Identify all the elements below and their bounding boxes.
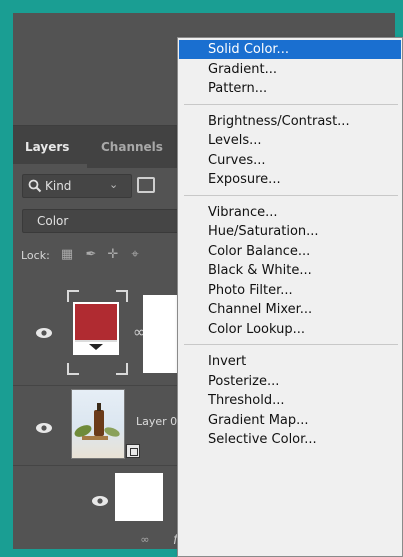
menu-separator	[184, 103, 398, 105]
visibility-eye-icon[interactable]	[35, 422, 53, 434]
layer-name[interactable]: Layer 0	[136, 415, 177, 428]
chevron-down-icon: ⌄	[109, 178, 119, 191]
menu-item-solid-color[interactable]: Solid Color...	[179, 40, 401, 59]
lock-artboard-icon[interactable]: ⌖	[127, 247, 143, 263]
menu-item-exposure[interactable]: Exposure...	[179, 170, 401, 189]
filter-kind-select[interactable]: Kind ⌄	[22, 174, 132, 198]
search-icon	[28, 179, 42, 193]
photo-layer-thumbnail[interactable]	[71, 389, 125, 459]
menu-item-brightness-contrast[interactable]: Brightness/Contrast...	[179, 112, 401, 131]
filter-kind-label: Kind	[45, 179, 72, 193]
lock-label: Lock:	[21, 249, 50, 262]
menu-item-threshold[interactable]: Threshold...	[179, 391, 401, 410]
adjustment-layer-menu: Solid Color... Gradient... Pattern... Brigh…	[177, 37, 403, 557]
link-layers-icon[interactable]: ∞	[137, 533, 153, 547]
menu-item-curves[interactable]: Curves...	[179, 151, 401, 170]
menu-item-color-balance[interactable]: Color Balance...	[179, 242, 401, 261]
visibility-eye-icon[interactable]	[91, 495, 109, 507]
menu-item-invert[interactable]: Invert	[179, 352, 401, 371]
menu-item-selective-color[interactable]: Selective Color...	[179, 430, 401, 449]
blend-mode-value: Color	[37, 214, 69, 228]
tab-layers[interactable]: Layers	[25, 140, 69, 154]
menu-item-vibrance[interactable]: Vibrance...	[179, 203, 401, 222]
menu-item-gradient[interactable]: Gradient...	[179, 60, 401, 79]
visibility-eye-icon[interactable]	[35, 327, 53, 339]
menu-item-black-white[interactable]: Black & White...	[179, 261, 401, 280]
lock-image-pixels-icon[interactable]: ✒	[83, 247, 99, 263]
white-layer-thumbnail[interactable]	[115, 473, 163, 521]
menu-item-pattern[interactable]: Pattern...	[179, 79, 401, 98]
menu-separator	[184, 344, 398, 345]
menu-item-posterize[interactable]: Posterize...	[179, 372, 401, 391]
menu-item-color-lookup[interactable]: Color Lookup...	[179, 320, 401, 339]
menu-item-hue-saturation[interactable]: Hue/Saturation...	[179, 222, 401, 241]
blend-mode-select[interactable]: Color	[22, 209, 192, 233]
tab-channels[interactable]: Channels	[101, 140, 163, 154]
lock-position-icon[interactable]: ✛	[105, 247, 121, 263]
menu-separator	[184, 194, 398, 196]
lock-transparent-pixels-icon[interactable]: ▦	[59, 247, 75, 263]
solid-color-fill-thumbnail[interactable]	[73, 302, 119, 355]
smart-object-badge-icon	[126, 444, 140, 458]
menu-item-photo-filter[interactable]: Photo Filter...	[179, 281, 401, 300]
menu-item-gradient-map[interactable]: Gradient Map...	[179, 411, 401, 430]
menu-item-levels[interactable]: Levels...	[179, 131, 401, 150]
menu-item-channel-mixer[interactable]: Channel Mixer...	[179, 300, 401, 319]
pixel-layer-filter-icon[interactable]	[137, 177, 155, 193]
